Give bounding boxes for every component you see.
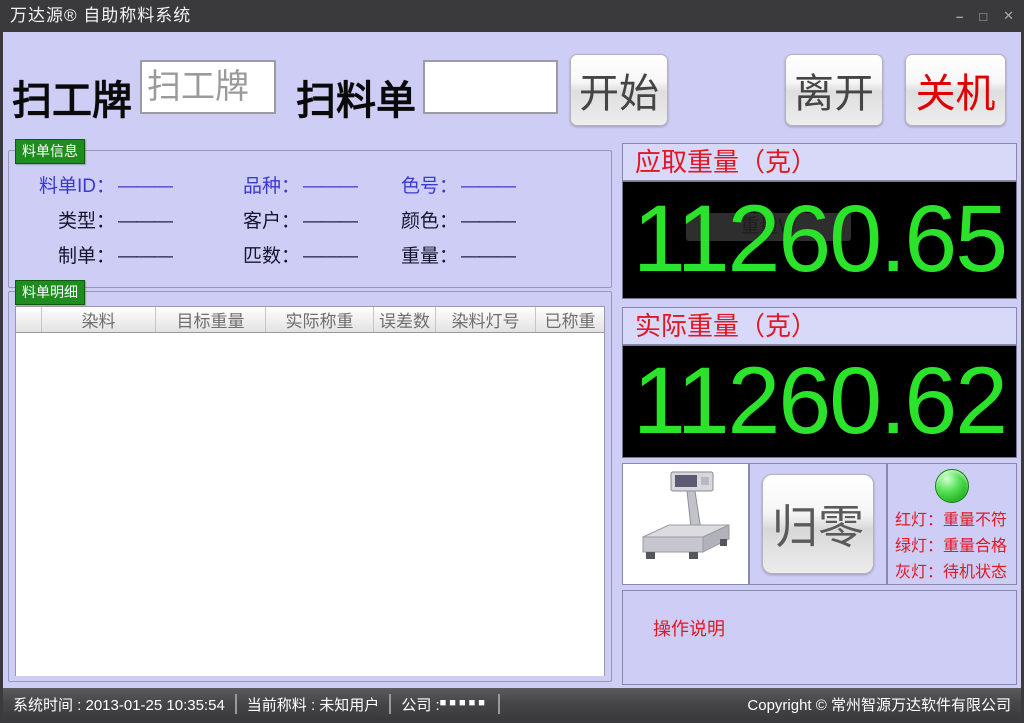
system-time: 系统时间 : 2013-01-25 10:35:54 xyxy=(13,694,225,715)
field-label: 色号： xyxy=(382,171,458,198)
detail-table: 染料 目标重量 实际称重 误差数 染料灯号 已称重 xyxy=(15,306,605,676)
window-controls: – □ ✕ xyxy=(956,0,1014,32)
status-separator xyxy=(498,694,500,714)
field-value: ——— xyxy=(461,211,515,232)
detail-table-header: 染料 目标重量 实际称重 误差数 染料灯号 已称重 xyxy=(16,307,604,333)
order-info-group: 料单信息 料单ID：——— 品种：——— 色号：——— 类型：——— 客户：——… xyxy=(8,150,612,288)
target-weight-display: 重量W 11260.65 xyxy=(622,181,1017,299)
order-info-row: 制单：——— 匹数：——— 重量：——— xyxy=(9,237,611,272)
column-header-dye: 染料 xyxy=(42,307,156,332)
light-legend-green: 绿灯：重量合格 xyxy=(888,534,1016,560)
field-value: ——— xyxy=(303,176,357,197)
copyright-text: Copyright © 常州智源万达软件有限公司 xyxy=(747,694,1011,715)
app-window: 万达源® 自助称料系统 – □ ✕ 扫工牌 扫料单 开始 离开 关机 料单信息 … xyxy=(0,0,1024,723)
badge-scan-label: 扫工牌 xyxy=(12,68,132,126)
company-value-redacted: ■■■■■ xyxy=(440,697,488,709)
zero-cell: 归零 xyxy=(749,463,887,585)
actual-weight-display: 11260.62 xyxy=(622,345,1017,458)
order-info-row: 料单ID：——— 品种：——— 色号：——— xyxy=(9,167,611,202)
instructions-title: 操作说明 xyxy=(653,615,725,641)
field-value: ——— xyxy=(303,246,357,267)
company-label: 公司 : xyxy=(401,694,439,715)
light-legend-cell: 红灯：重量不符 绿灯：重量合格 灰灯：待机状态 xyxy=(887,463,1017,585)
target-weight-header: 应取重量（克） xyxy=(622,143,1017,181)
actual-weight-value: 11260.62 xyxy=(623,346,1016,456)
field-label: 客户： xyxy=(224,206,300,233)
zero-button[interactable]: 归零 xyxy=(762,474,874,574)
field-label: 类型： xyxy=(39,206,115,233)
title-bar: 万达源® 自助称料系统 – □ ✕ xyxy=(0,0,1024,32)
target-weight-value: 11260.65 xyxy=(623,182,1016,296)
field-label: 制单： xyxy=(39,241,115,268)
column-header-weighed: 已称重 xyxy=(536,307,604,332)
leave-button[interactable]: 离开 xyxy=(785,54,883,126)
order-info-row: 类型：——— 客户：——— 颜色：——— xyxy=(9,202,611,237)
current-user: 当前称料 : 未知用户 xyxy=(247,694,380,715)
field-value: ——— xyxy=(118,176,172,197)
order-scan-label: 扫料单 xyxy=(296,68,416,126)
scale-image-cell xyxy=(622,463,749,585)
field-value: ——— xyxy=(118,211,172,232)
column-header-lamp-no: 染料灯号 xyxy=(436,307,536,332)
field-label: 重量： xyxy=(382,241,458,268)
status-bar: 系统时间 : 2013-01-25 10:35:54 当前称料 : 未知用户 公… xyxy=(3,688,1021,720)
window-title: 万达源® 自助称料系统 xyxy=(10,0,191,32)
field-value: ——— xyxy=(461,176,515,197)
field-label: 品种： xyxy=(224,171,300,198)
status-separator xyxy=(389,694,391,714)
actual-weight-header: 实际重量（克） xyxy=(622,307,1017,345)
column-header xyxy=(16,307,42,332)
shutdown-button[interactable]: 关机 xyxy=(905,54,1006,126)
light-legend-red: 红灯：重量不符 xyxy=(888,508,1016,534)
field-label: 颜色： xyxy=(382,206,458,233)
badge-scan-input[interactable] xyxy=(140,60,276,114)
status-led-icon xyxy=(935,469,969,503)
order-scan-input[interactable] xyxy=(423,60,558,114)
column-header-actual-weight: 实际称重 xyxy=(266,307,374,332)
order-detail-group: 料单明细 染料 目标重量 实际称重 误差数 染料灯号 已称重 xyxy=(8,291,612,682)
close-icon[interactable]: ✕ xyxy=(1003,8,1014,24)
main-content: 扫工牌 扫料单 开始 离开 关机 料单信息 料单ID：——— 品种：——— 色号… xyxy=(3,32,1021,688)
column-header-error: 误差数 xyxy=(374,307,436,332)
field-value: ——— xyxy=(118,246,172,267)
field-value: ——— xyxy=(303,211,357,232)
column-header-target-weight: 目标重量 xyxy=(156,307,266,332)
minimize-icon[interactable]: – xyxy=(956,9,963,24)
detail-table-body xyxy=(16,333,604,676)
instructions-panel: 操作说明 xyxy=(622,590,1017,685)
order-detail-legend: 料单明细 xyxy=(15,280,85,305)
field-label: 匹数： xyxy=(224,241,300,268)
light-legend-gray: 灰灯：待机状态 xyxy=(888,560,1016,586)
field-value: ——— xyxy=(461,246,515,267)
maximize-icon[interactable]: □ xyxy=(979,9,987,24)
scale-image xyxy=(625,467,747,581)
status-separator xyxy=(235,694,237,714)
order-info-legend: 料单信息 xyxy=(15,139,85,164)
start-button[interactable]: 开始 xyxy=(570,54,668,126)
field-label: 料单ID： xyxy=(39,171,115,198)
